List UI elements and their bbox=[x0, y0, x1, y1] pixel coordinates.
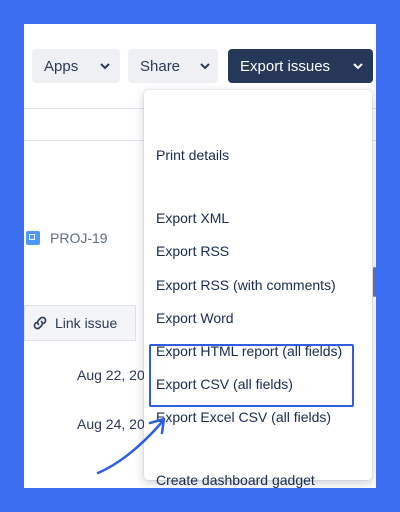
highlight-box bbox=[149, 344, 354, 407]
project-link[interactable]: PROJ-19 bbox=[26, 230, 108, 246]
menu-item-create-dashboard-gadget[interactable]: Create dashboard gadget bbox=[156, 472, 315, 488]
annotation-arrow-icon bbox=[96, 417, 166, 475]
project-key: PROJ-19 bbox=[50, 230, 108, 246]
issue-type-icon bbox=[26, 231, 40, 245]
menu-item-export-word[interactable]: Export Word bbox=[156, 310, 234, 326]
export-dropdown-menu: Print details Export XML Export RSS Expo… bbox=[144, 90, 372, 488]
chevron-down-icon bbox=[353, 62, 363, 70]
export-issues-button-label: Export issues bbox=[240, 57, 331, 75]
link-icon bbox=[33, 316, 47, 330]
export-issues-button[interactable]: Export issues bbox=[228, 49, 373, 83]
menu-item-export-excel-csv[interactable]: Export Excel CSV (all fields) bbox=[156, 409, 331, 425]
scrollbar[interactable] bbox=[373, 267, 376, 297]
link-issue-button[interactable]: Link issue bbox=[24, 305, 136, 341]
apps-button[interactable]: Apps bbox=[32, 49, 120, 83]
share-button[interactable]: Share bbox=[128, 49, 218, 83]
link-issue-label: Link issue bbox=[55, 315, 118, 331]
menu-item-export-rss-comments[interactable]: Export RSS (with comments) bbox=[156, 277, 336, 293]
menu-item-export-xml[interactable]: Export XML bbox=[156, 210, 229, 226]
menu-item-export-rss[interactable]: Export RSS bbox=[156, 243, 229, 259]
share-button-label: Share bbox=[140, 57, 181, 75]
chevron-down-icon bbox=[100, 62, 110, 70]
date-created: Aug 22, 20 bbox=[77, 367, 145, 383]
screenshot-frame: Apps Share Export issues PROJ-19 Link is… bbox=[24, 24, 376, 488]
chevron-down-icon bbox=[200, 62, 210, 70]
apps-button-label: Apps bbox=[44, 57, 79, 75]
menu-item-print-details[interactable]: Print details bbox=[156, 147, 229, 163]
